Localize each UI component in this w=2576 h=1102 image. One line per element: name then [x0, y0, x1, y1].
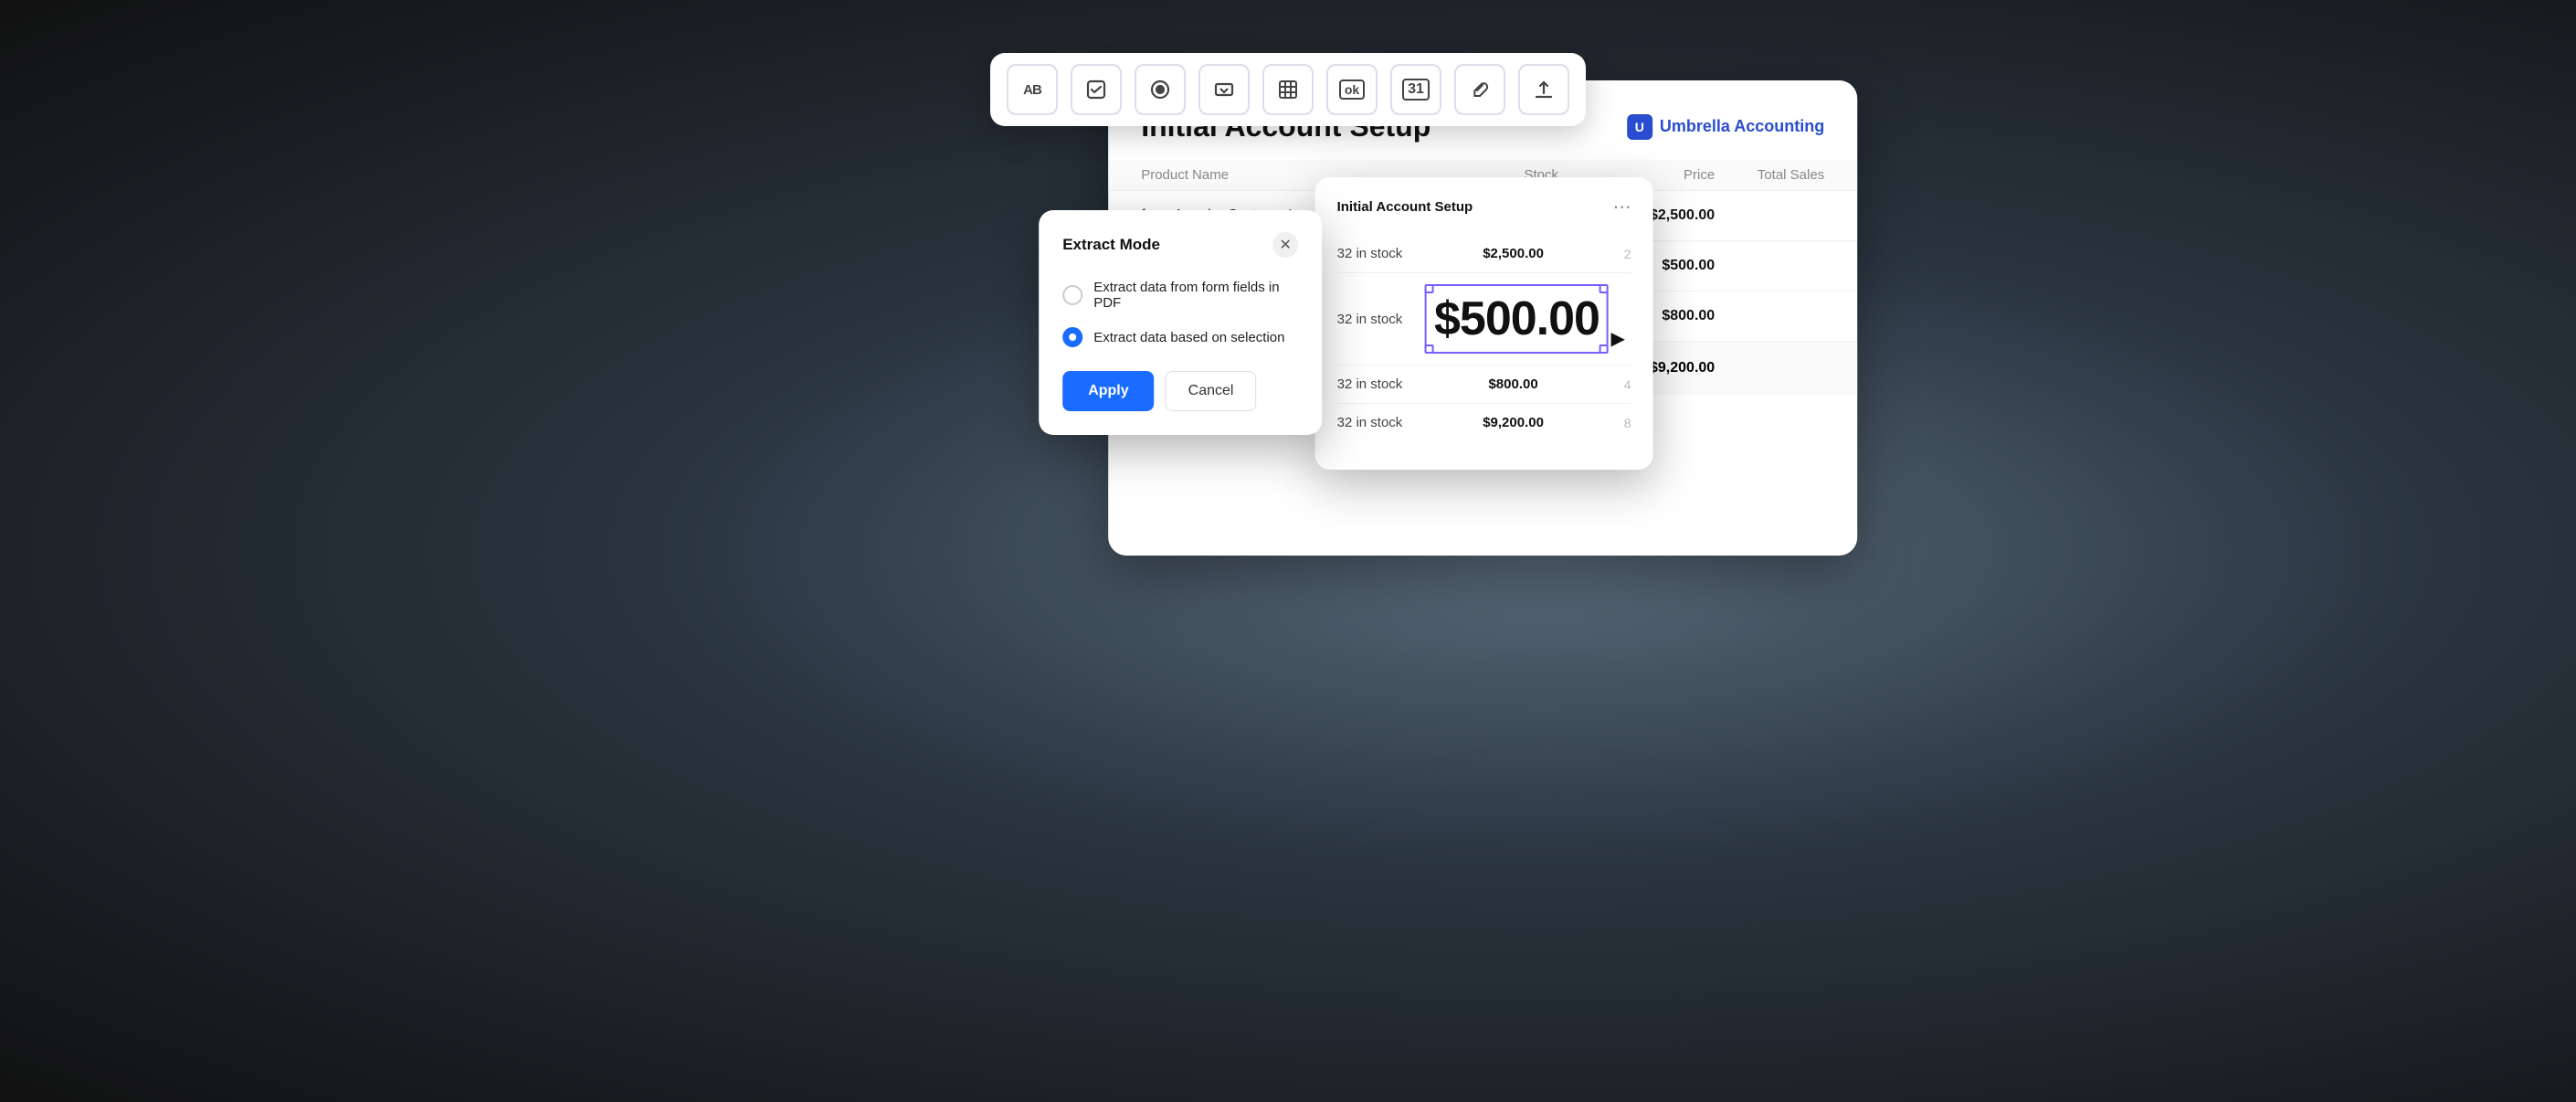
extract-mode-dialog: Extract Mode ✕ Extract data from form fi…	[1039, 210, 1322, 435]
handle-bl	[1425, 344, 1434, 354]
radio-tool-button[interactable]	[1135, 64, 1186, 115]
right-row3-price: $800.00	[1488, 376, 1537, 392]
right-row-3: 32 in stock $800.00 4	[1337, 366, 1631, 404]
checkbox-tool-button[interactable]	[1071, 64, 1122, 115]
highlighted-price: $500.00	[1434, 292, 1599, 345]
cancel-button[interactable]: Cancel	[1166, 371, 1257, 411]
number-tool-button[interactable]: 31	[1390, 64, 1441, 115]
text-tool-button[interactable]: AB	[1007, 64, 1058, 115]
upload-tool-button[interactable]	[1518, 64, 1569, 115]
more-options-icon[interactable]: ⋯	[1613, 196, 1631, 218]
right-row1-num: 2	[1624, 247, 1631, 261]
cursor-arrow-icon: ▶	[1611, 327, 1625, 350]
right-card-header: Initial Account Setup ⋯	[1337, 196, 1631, 218]
right-row3-num: 4	[1624, 377, 1631, 392]
extract-pdf-fields-label: Extract data from form fields in PDF	[1093, 280, 1298, 311]
col-header-totalsales: Total Sales	[1715, 167, 1824, 183]
radio-selection[interactable]	[1062, 327, 1082, 347]
right-row-1: 32 in stock $2,500.00 2	[1337, 235, 1631, 273]
modal-actions: Apply Cancel	[1062, 371, 1298, 411]
modal-header: Extract Mode ✕	[1062, 232, 1298, 258]
extract-selection-option[interactable]: Extract data based on selection	[1062, 327, 1298, 347]
apply-button[interactable]: Apply	[1062, 371, 1154, 411]
selected-value-container: $500.00 ▶	[1434, 291, 1599, 346]
handle-tl	[1425, 284, 1434, 293]
sign-tool-button[interactable]	[1454, 64, 1505, 115]
right-row4-stock: 32 in stock	[1337, 415, 1403, 430]
right-row1-stock: 32 in stock	[1337, 246, 1403, 261]
ok-tool-button[interactable]: ok	[1326, 64, 1378, 115]
brand-name: Umbrella Accounting	[1660, 117, 1824, 136]
handle-br	[1599, 344, 1609, 354]
right-row2-stock: 32 in stock	[1337, 312, 1403, 327]
handle-tr	[1599, 284, 1609, 293]
brand: U Umbrella Accounting	[1627, 114, 1824, 140]
close-button[interactable]: ✕	[1272, 232, 1298, 258]
right-card-title: Initial Account Setup	[1337, 199, 1473, 215]
table-tool-button[interactable]	[1262, 64, 1314, 115]
right-row3-stock: 32 in stock	[1337, 376, 1403, 392]
toolbar: AB ok 31	[990, 53, 1586, 126]
brand-icon: U	[1627, 114, 1652, 140]
right-panel-card: Initial Account Setup ⋯ 32 in stock $2,5…	[1315, 177, 1653, 470]
right-row-2-highlighted: 32 in stock $500.00 ▶	[1337, 273, 1631, 366]
modal-title: Extract Mode	[1062, 236, 1160, 254]
extract-selection-label: Extract data based on selection	[1093, 330, 1284, 345]
dropdown-tool-button[interactable]	[1198, 64, 1250, 115]
right-row1-price: $2,500.00	[1483, 246, 1544, 261]
right-row-4: 32 in stock $9,200.00 8	[1337, 404, 1631, 441]
right-row4-price: $9,200.00	[1483, 415, 1544, 430]
right-row4-num: 8	[1624, 416, 1631, 430]
radio-pdf-fields[interactable]	[1062, 285, 1082, 305]
extract-pdf-fields-option[interactable]: Extract data from form fields in PDF	[1062, 280, 1298, 311]
